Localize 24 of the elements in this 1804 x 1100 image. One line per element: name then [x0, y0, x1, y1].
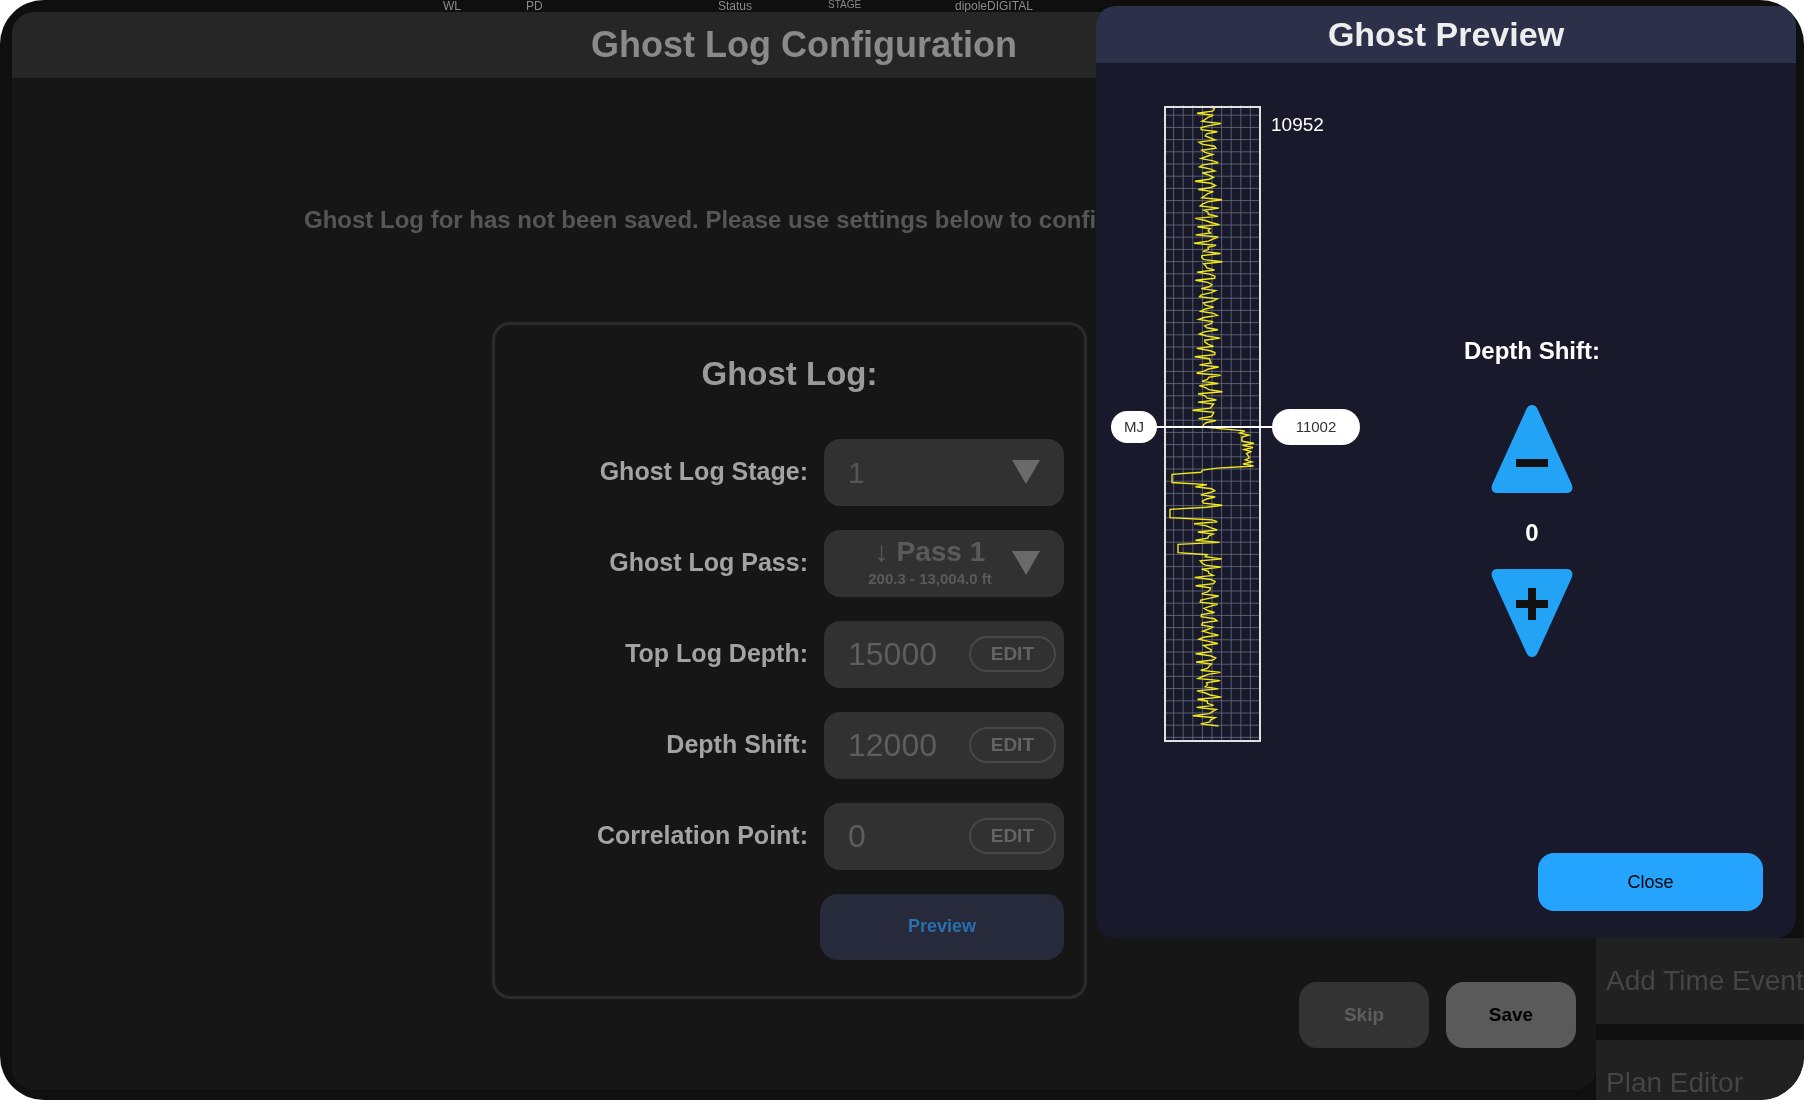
header-label: dipoleDIGITAL — [955, 0, 1033, 12]
caret-icon — [1012, 551, 1040, 575]
field-label: Correlation Point: — [596, 820, 808, 852]
depth-marker-label[interactable]: 11002 — [1272, 409, 1360, 445]
shift-value: 0 — [1525, 518, 1539, 548]
card-title: Ghost Log: — [701, 354, 878, 394]
dialog-title: Ghost Log Configuration — [591, 23, 1017, 67]
field-label: Top Log Depth: — [625, 638, 808, 670]
depth-label: 10952 — [1271, 113, 1324, 137]
depth-shift-label: Depth Shift: — [1464, 336, 1600, 366]
field-label: Ghost Log Pass: — [609, 547, 808, 579]
close-button[interactable]: Close — [1538, 853, 1763, 911]
header-label: PD — [526, 0, 543, 12]
dialog-title: Ghost Preview — [1327, 14, 1565, 55]
header-label: STAGE — [828, 0, 862, 10]
dialog-button[interactable]: Save — [1446, 982, 1576, 1048]
info-message: Ghost Log for has not been saved. Please use settings below to confi — [304, 205, 1097, 235]
header-label: Status — [718, 0, 753, 12]
field-label: Depth Shift: — [666, 729, 808, 761]
header-label: WL — [443, 0, 461, 12]
field-label: Ghost Log Stage: — [599, 456, 808, 488]
marker-label[interactable]: MJ — [1111, 411, 1157, 443]
preview-button[interactable]: Preview — [820, 893, 1064, 960]
caret-icon — [1012, 460, 1040, 484]
